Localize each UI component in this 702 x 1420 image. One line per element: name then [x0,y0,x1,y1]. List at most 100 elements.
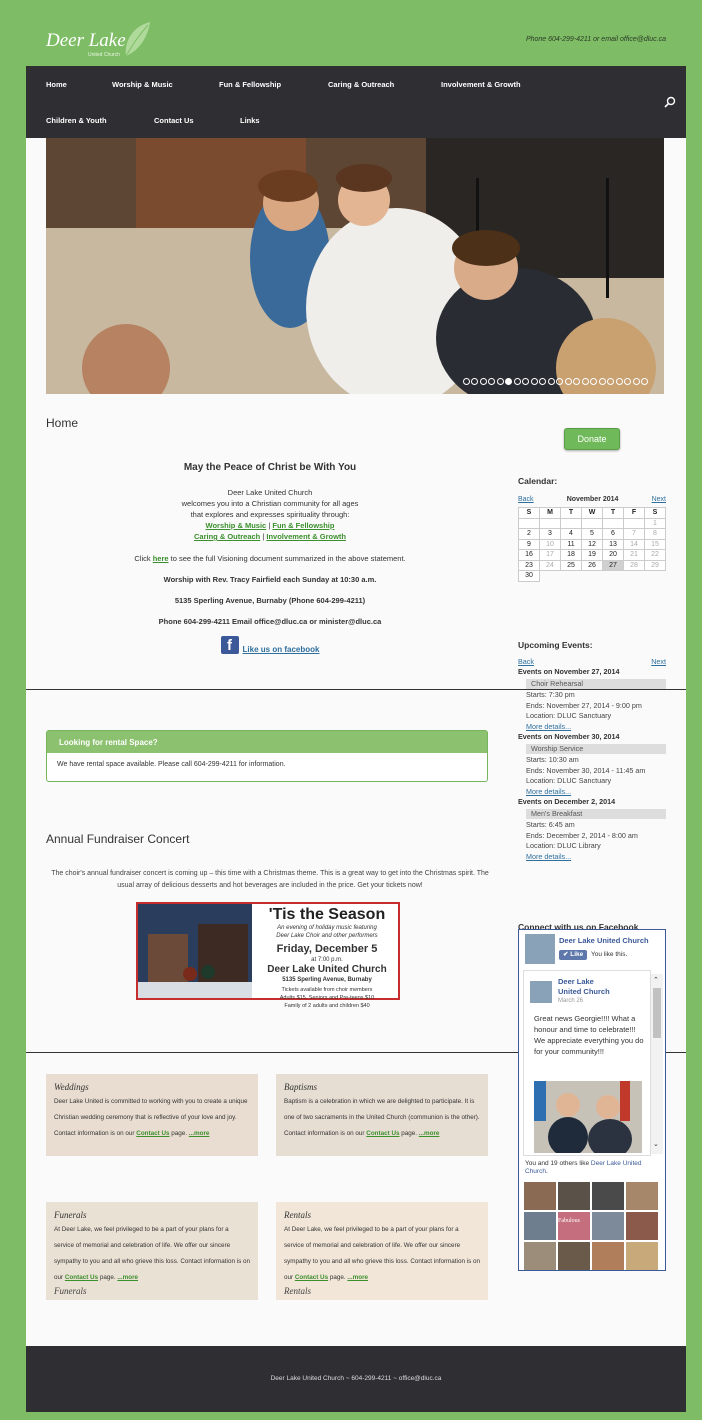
slider-dot[interactable] [632,378,640,385]
card-weddings[interactable]: Weddings Deer Lake United is committed t… [46,1074,258,1156]
nav-contact-us[interactable]: Contact Us [154,116,194,125]
events-back-link[interactable]: Back [518,657,534,668]
slider-dot[interactable] [539,378,546,385]
card-baptisms[interactable]: Baptisms Baptism is a celebration in whi… [276,1074,488,1156]
nav-links[interactable]: Links [240,116,260,125]
calendar-day[interactable]: 2 [518,528,540,540]
calendar-back-link[interactable]: Back [518,496,534,503]
calendar-day[interactable]: 21 [623,549,645,561]
calendar-day[interactable]: 17 [539,549,561,561]
more-link[interactable]: ...more [189,1130,210,1137]
link-caring-outreach[interactable]: Caring & Outreach [194,532,260,541]
slider-dot[interactable] [556,378,563,385]
more-link[interactable]: ...more [117,1274,138,1281]
slider-dot[interactable] [471,378,478,385]
calendar-day[interactable]: 9 [518,538,540,550]
slider-dot[interactable] [505,378,512,385]
facebook-icon[interactable]: f [220,636,239,654]
calendar-day[interactable]: 13 [602,538,624,550]
slider-dot[interactable] [488,378,495,385]
fb-scroll-thumb[interactable] [653,988,661,1038]
fb-page-name[interactable]: Deer Lake United Church [559,936,649,945]
slider-dot[interactable] [615,378,623,385]
link-worship-music[interactable]: Worship & Music [206,521,267,530]
fb-post-author[interactable]: Deer Lake [558,977,610,987]
chevron-down-icon[interactable]: ⌄ [653,1140,659,1148]
slider-dot[interactable] [530,378,538,385]
contact-us-link[interactable]: Contact Us [65,1274,98,1281]
calendar-day[interactable]: 16 [518,549,540,561]
calendar-day[interactable]: 12 [581,538,603,550]
calendar-day[interactable]: 28 [623,559,645,571]
slider-dot[interactable] [513,378,521,385]
fb-like-button[interactable]: ✔ Like [559,950,588,960]
slider-dot[interactable] [607,378,614,385]
calendar-day[interactable]: 25 [560,559,582,571]
slider-dot[interactable] [564,378,572,385]
fb-fan-avatar[interactable] [626,1242,658,1270]
nav-children-youth[interactable]: Children & Youth [46,116,107,125]
contact-us-link[interactable]: Contact Us [295,1274,328,1281]
fb-fan-avatar[interactable] [626,1212,658,1240]
site-logo[interactable]: Deer Lake [46,30,126,52]
calendar-day[interactable]: 5 [581,528,603,540]
calendar-day[interactable]: 26 [581,559,603,571]
fb-fan-avatar[interactable] [558,1212,590,1240]
slider-dot[interactable] [573,378,580,385]
slider-dot[interactable] [641,378,648,385]
calendar-day[interactable]: 7 [623,528,645,540]
link-fun-fellowship[interactable]: Fun & Fellowship [272,521,334,530]
fb-fan-avatar[interactable] [558,1242,590,1270]
calendar-day[interactable]: 11 [560,538,582,550]
fb-fan-avatar[interactable] [592,1242,624,1270]
fb-fan-avatar[interactable] [524,1242,556,1270]
card-rentals[interactable]: Rentals At Deer Lake, we feel privileged… [276,1202,488,1300]
calendar-day[interactable]: 18 [560,549,582,561]
calendar-day[interactable]: 10 [539,538,561,550]
calendar-day[interactable]: 3 [539,528,561,540]
contact-us-link[interactable]: Contact Us [366,1130,399,1137]
facebook-like-link[interactable]: Like us on facebook [243,645,320,654]
nav-worship-music[interactable]: Worship & Music [112,80,173,89]
calendar-day[interactable]: 27 [602,559,624,571]
more-link[interactable]: ...more [419,1130,440,1137]
nav-caring-outreach[interactable]: Caring & Outreach [328,80,394,89]
link-involvement-growth[interactable]: Involvement & Growth [266,532,346,541]
facebook-widget[interactable]: Deer Lake United Church ✔ Like You like … [518,929,666,1271]
nav-home[interactable]: Home [46,80,67,89]
donate-button[interactable]: Donate [564,428,620,450]
calendar-day[interactable]: 24 [539,559,561,571]
chevron-up-icon[interactable]: ⌃ [653,976,659,984]
calendar-day[interactable]: 29 [644,559,666,571]
calendar-day[interactable]: 8 [644,528,666,540]
calendar-day[interactable]: 20 [602,549,624,561]
fb-fan-avatar[interactable] [592,1182,624,1210]
calendar-day[interactable]: 14 [623,538,645,550]
calendar-day[interactable]: 6 [602,528,624,540]
calendar-day[interactable]: 4 [560,528,582,540]
slider-dot[interactable] [581,378,589,385]
calendar-day[interactable]: 30 [518,570,540,582]
calendar-day[interactable]: 22 [644,549,666,561]
slider-dot[interactable] [590,378,597,385]
fb-post-author-2[interactable]: United Church [558,987,610,997]
fb-fan-avatar[interactable] [558,1182,590,1210]
fb-scrollbar[interactable]: ⌃ ⌄ [651,974,663,1154]
calendar-day[interactable]: 23 [518,559,540,571]
event-more-details-link[interactable]: More details... [518,722,666,733]
calendar-day[interactable]: 19 [581,549,603,561]
slider-dot[interactable] [598,378,606,385]
hero-slider[interactable] [46,138,664,394]
visioning-link[interactable]: here [153,554,169,563]
card-funerals[interactable]: Funerals At Deer Lake, we feel privilege… [46,1202,258,1300]
slider-dot[interactable] [479,378,487,385]
fb-fan-avatar[interactable] [592,1212,624,1240]
search-icon[interactable] [664,96,676,108]
more-link[interactable]: ...more [347,1274,368,1281]
contact-us-link[interactable]: Contact Us [136,1130,169,1137]
fb-fan-avatar[interactable] [524,1182,556,1210]
slider-dot[interactable] [547,378,555,385]
calendar-next-link[interactable]: Next [652,496,666,503]
fb-fan-avatar[interactable] [524,1212,556,1240]
nav-fun-fellowship[interactable]: Fun & Fellowship [219,80,281,89]
